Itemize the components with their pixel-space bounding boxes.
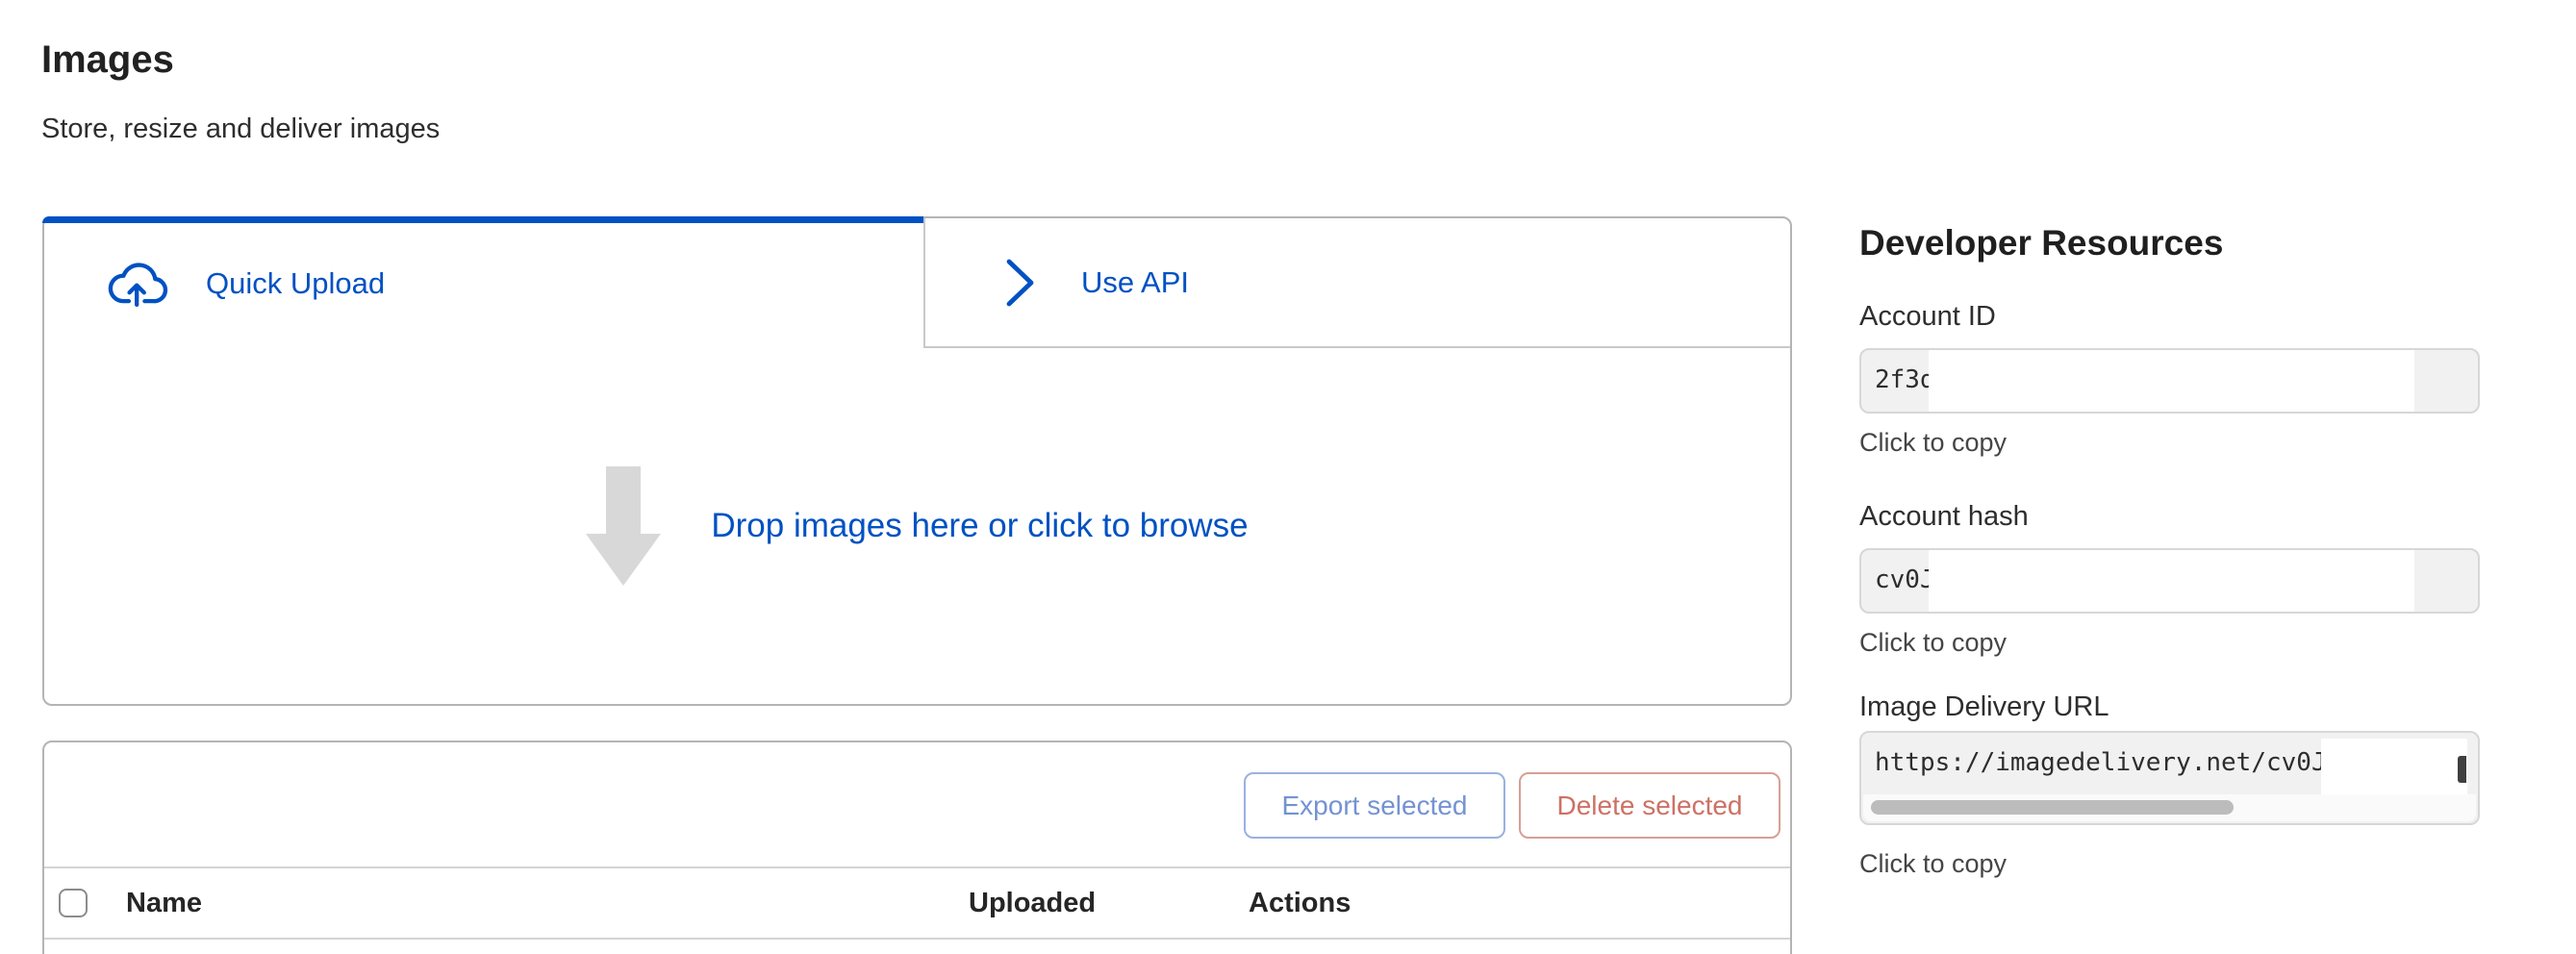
image-dropzone[interactable]: Drop images here or click to browse: [44, 348, 1790, 704]
tab-use-api[interactable]: Use API: [923, 218, 1790, 348]
page-title: Images: [41, 38, 174, 82]
account-hash-value: cv0J: [1875, 550, 1935, 610]
delete-selected-button[interactable]: Delete selected: [1519, 772, 1780, 839]
down-arrow-icon: [586, 466, 661, 586]
sidebar-heading: Developer Resources: [1859, 223, 2223, 264]
dropzone-label: Drop images here or click to browse: [711, 507, 1248, 545]
clipped-character-fragment: [2458, 756, 2466, 783]
cloud-upload-icon: [104, 260, 171, 308]
tab-quick-upload[interactable]: Quick Upload: [44, 218, 923, 348]
account-hash-field[interactable]: cv0J: [1859, 548, 2480, 614]
account-hash-label: Account hash: [1859, 500, 2029, 533]
redaction-box: [2321, 739, 2467, 794]
scrollbar-thumb[interactable]: [1871, 800, 2234, 815]
table-toolbar: Export selected Delete selected: [44, 742, 1790, 868]
account-id-value: 2f3d: [1875, 350, 1935, 410]
tab-bar: Quick Upload Use API: [44, 218, 1790, 348]
export-selected-button[interactable]: Export selected: [1244, 772, 1505, 839]
column-header-actions: Actions: [1249, 868, 1351, 938]
horizontal-scrollbar: [1863, 794, 2476, 821]
column-header-name: Name: [126, 868, 202, 938]
redaction-box: [1929, 550, 2414, 612]
developer-resources-panel: Developer Resources Account ID 2f3d Clic…: [1859, 0, 2494, 954]
page-subtitle: Store, resize and deliver images: [41, 113, 440, 145]
image-delivery-url-label: Image Delivery URL: [1859, 690, 2109, 723]
image-table-card: Export selected Delete selected Name Upl…: [42, 741, 1792, 954]
tab-use-api-label: Use API: [1081, 265, 1189, 300]
table-header-row: Name Uploaded Actions: [44, 868, 1790, 940]
image-delivery-url-field[interactable]: https://imagedelivery.net/cv0JSj: [1859, 731, 2480, 825]
image-delivery-url-copy-hint: Click to copy: [1859, 848, 2007, 879]
images-page: Images Store, resize and deliver images …: [0, 0, 2576, 954]
column-header-uploaded: Uploaded: [969, 868, 1096, 938]
account-id-label: Account ID: [1859, 300, 1996, 333]
upload-card: Quick Upload Use API Drop images here or…: [42, 216, 1792, 706]
redaction-box: [1929, 350, 2414, 412]
account-id-field[interactable]: 2f3d: [1859, 348, 2480, 414]
image-delivery-url-value: https://imagedelivery.net/cv0JSj: [1875, 733, 2357, 792]
account-id-copy-hint: Click to copy: [1859, 427, 2007, 458]
chevron-right-icon: [1000, 255, 1041, 311]
select-all-checkbox[interactable]: [59, 889, 88, 917]
tab-quick-upload-label: Quick Upload: [206, 266, 385, 301]
account-hash-copy-hint: Click to copy: [1859, 627, 2007, 658]
